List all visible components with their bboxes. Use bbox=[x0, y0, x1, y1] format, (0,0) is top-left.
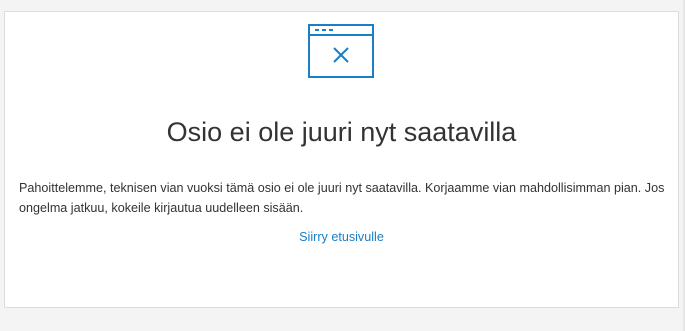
go-to-homepage-link[interactable]: Siirry etusivulle bbox=[299, 230, 384, 244]
browser-window-error-icon bbox=[308, 24, 374, 78]
page-title: Osio ei ole juuri nyt saatavilla bbox=[166, 117, 517, 147]
error-panel: Osio ei ole juuri nyt saatavilla Pahoitt… bbox=[4, 11, 679, 308]
error-message: Pahoittelemme, teknisen vian vuoksi tämä… bbox=[19, 181, 665, 215]
home-link-container: Siirry etusivulle bbox=[5, 228, 678, 246]
